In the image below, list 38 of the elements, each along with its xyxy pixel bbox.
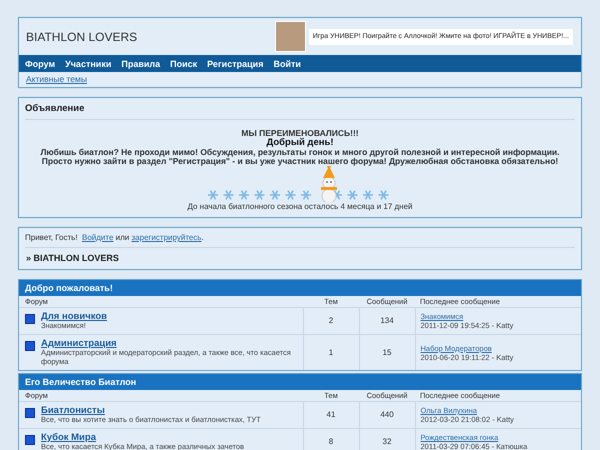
nav-link[interactable]: Форум [25,58,56,68]
topic-count: 41 [326,410,336,419]
post-count: 134 [380,316,394,325]
login-link[interactable]: Войдите [82,233,114,242]
category-header: Его Величество Биатлон [19,374,581,390]
forum-link[interactable]: Для новичков [41,312,107,321]
post-count: 440 [380,410,394,419]
forum-icon [25,435,35,445]
forum-link[interactable]: Биатлонисты [41,406,105,415]
headline: МЫ ПЕРЕИМЕНОВАЛИСЬ!!! [240,129,360,138]
nav-link[interactable]: Войти [273,58,301,68]
topic-count: 1 [328,348,334,356]
photo-placeholder[interactable] [274,21,306,52]
greeting: Добрый день! [265,138,334,148]
announcement-title: Объявление [25,103,84,114]
register-link[interactable]: зарегистрируйтесь [132,233,202,242]
topic-count: 2 [328,316,334,325]
nav-link[interactable]: Регистрация [207,58,264,68]
post-count: 15 [382,348,392,356]
forum-link[interactable]: Кубок Мира [41,433,96,442]
nav-link[interactable]: Поиск [170,58,198,68]
post-count: 32 [382,437,392,446]
forum-icon [25,408,35,418]
breadcrumb[interactable]: » BIATHLON LOVERS [26,253,119,263]
nav-link[interactable]: Правила [121,58,160,68]
period-text: . [202,233,204,242]
forum-link[interactable]: Администрация [41,339,117,348]
announcement-text: Любишь биатлон? Не проходи мимо! Обсуждения, результаты гонок и много другой полезной и интересной информации. Просто нужно зайти в раздел "Регистрация" - и вы уже участник нашего форума! Дружелюбная обстановка обязательно! [39,148,561,166]
active-topics-link[interactable]: Активные темы [26,74,88,84]
forum-icon [25,341,35,351]
forum-icon [25,314,35,324]
countdown-text: До начала биатлонного сезона осталось 4 месяца и 17 дней [186,202,414,211]
nav-link[interactable]: Участники [65,58,112,68]
site-title: BIATHLON LOVERS [26,32,138,42]
or-text: или [116,233,130,242]
category-header: Добро пожаловать! [19,280,581,296]
topic-count: 8 [328,437,334,446]
greeting-text: Привет, Гость! [25,233,78,242]
